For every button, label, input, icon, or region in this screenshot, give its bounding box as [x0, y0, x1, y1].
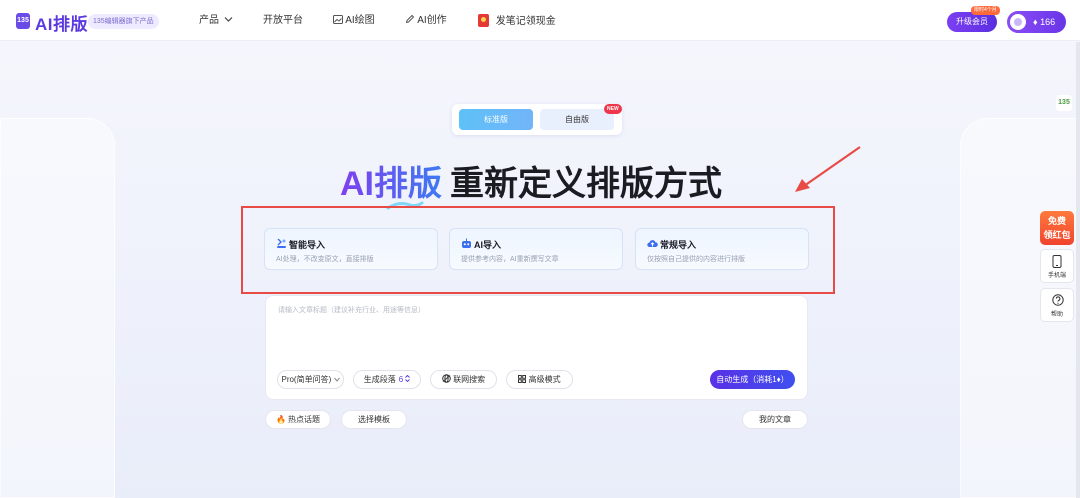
credit-balance: ♦ 166 — [1033, 16, 1055, 28]
logo-icon: 135 — [16, 13, 30, 29]
hot-topics-button[interactable]: 🔥 热点话题 — [265, 410, 331, 429]
image-icon — [333, 15, 343, 24]
fire-icon: 🔥 — [276, 415, 286, 424]
decorative-left-panel — [0, 118, 115, 498]
tab-free[interactable]: 自由版 — [540, 109, 614, 130]
nav-item-label: AI绘图 — [345, 15, 375, 26]
chevron-down-icon — [333, 377, 340, 382]
input-placeholder: 请输入文章标题（建议补充行业、用途等信息） — [278, 307, 425, 314]
nav-item-open-platform[interactable]: 开放平台 — [263, 14, 303, 28]
mobile-phone-icon — [1052, 255, 1062, 268]
card-ai-import[interactable]: AI导入 提供参考内容，AI重新撰写文章 — [449, 228, 623, 270]
card-title: 常规导入 — [660, 240, 697, 250]
red-envelope-icon — [478, 14, 489, 27]
logo[interactable]: AI排版 — [35, 10, 88, 35]
web-search-toggle[interactable]: 联网搜索 — [430, 370, 497, 389]
diamond-icon: ♦ — [1033, 17, 1038, 27]
smart-import-icon — [277, 238, 286, 248]
user-menu[interactable]: ♦ 166 — [1007, 11, 1066, 33]
annotation-arrow — [795, 146, 861, 192]
avatar — [1010, 14, 1026, 30]
nav-item-label: 发笔记领现金 — [495, 16, 556, 27]
paragraph-count-value: 6 — [398, 375, 404, 384]
mode-select-value: Pro(简单问答) — [281, 375, 332, 384]
scrollbar[interactable] — [1076, 42, 1080, 498]
logo-subtitle: 135编辑器旗下产品 — [88, 14, 159, 29]
nav-item-ai-creation[interactable]: AI创作 — [405, 14, 447, 28]
title-text: 重新定义排版方式 — [450, 165, 722, 203]
card-title: AI导入 — [474, 240, 502, 250]
my-articles-button[interactable]: 我的文章 — [742, 410, 808, 429]
nav-item-ai-drawing[interactable]: AI绘图 — [333, 14, 375, 28]
paragraph-count-stepper[interactable]: 生成段落 6 — [353, 370, 421, 389]
card-description: 仅按照自己提供的内容进行排版 — [647, 256, 745, 263]
mobile-button[interactable]: 手机端 — [1040, 249, 1074, 283]
help-button[interactable]: 帮助 — [1040, 288, 1074, 322]
card-regular-import[interactable]: 常规导入 仅按照自己提供的内容进行排版 — [635, 228, 809, 270]
red-packet-line1: 免费 — [1047, 216, 1066, 226]
pen-icon — [405, 14, 415, 24]
promo-badge: 限时4个月 — [971, 6, 1000, 15]
robot-icon — [462, 238, 471, 248]
web-search-icon — [442, 374, 451, 383]
chevron-down-icon — [224, 17, 233, 22]
choose-template-button[interactable]: 选择模板 — [341, 410, 407, 429]
hot-topics-label: 热点话题 — [287, 415, 320, 424]
card-smart-import[interactable]: 智能导入 AI处理，不改变原文，直接排版 — [264, 228, 438, 270]
generate-label-close: ） — [780, 375, 789, 384]
mobile-label: 手机端 — [1047, 273, 1066, 279]
brand-135-icon[interactable]: 135 — [1056, 95, 1072, 111]
mode-select[interactable]: Pro(简单问答) — [277, 370, 344, 389]
nav-item-label: AI创作 — [417, 15, 447, 26]
new-badge: NEW — [604, 104, 622, 114]
nav-item-label: 开放平台 — [263, 15, 303, 26]
web-search-label: 联网搜索 — [453, 375, 486, 384]
credit-count: 166 — [1040, 17, 1056, 27]
tab-standard[interactable]: 标准版 — [459, 109, 533, 130]
free-red-packet-button[interactable]: 免费 领红包 — [1040, 211, 1074, 245]
help-label: 帮助 — [1050, 312, 1063, 318]
auto-generate-button[interactable]: 自动生成（消耗1♦） — [710, 370, 795, 389]
advanced-mode-label: 高级模式 — [528, 375, 561, 384]
advanced-mode-toggle[interactable]: 高级模式 — [506, 370, 573, 389]
card-description: 提供参考内容，AI重新撰写文章 — [461, 256, 559, 263]
nav-item-product[interactable]: 产品 — [199, 14, 233, 28]
card-title: 智能导入 — [289, 240, 326, 250]
card-description: AI处理，不改变原文，直接排版 — [276, 256, 374, 263]
cloud-upload-icon — [647, 240, 658, 247]
stepper-arrows-icon — [405, 374, 411, 383]
nav-item-notes-cash[interactable]: 发笔记领现金 — [478, 14, 556, 29]
question-icon — [1052, 294, 1064, 306]
grid-icon — [518, 375, 527, 383]
upgrade-membership-button[interactable]: 升级会员 — [947, 12, 997, 32]
top-navigation-bar: 135 AI排版 135编辑器旗下产品 产品 开放平台 AI绘图 AI创作 发笔… — [0, 0, 1080, 41]
nav-item-label: 产品 — [199, 15, 219, 26]
version-switcher: 标准版 自由版 — [452, 104, 622, 135]
paragraph-count-label: 生成段落 — [363, 375, 396, 384]
generate-label: 自动生成（消耗1 — [716, 375, 777, 384]
red-packet-line2: 领红包 — [1043, 230, 1071, 240]
